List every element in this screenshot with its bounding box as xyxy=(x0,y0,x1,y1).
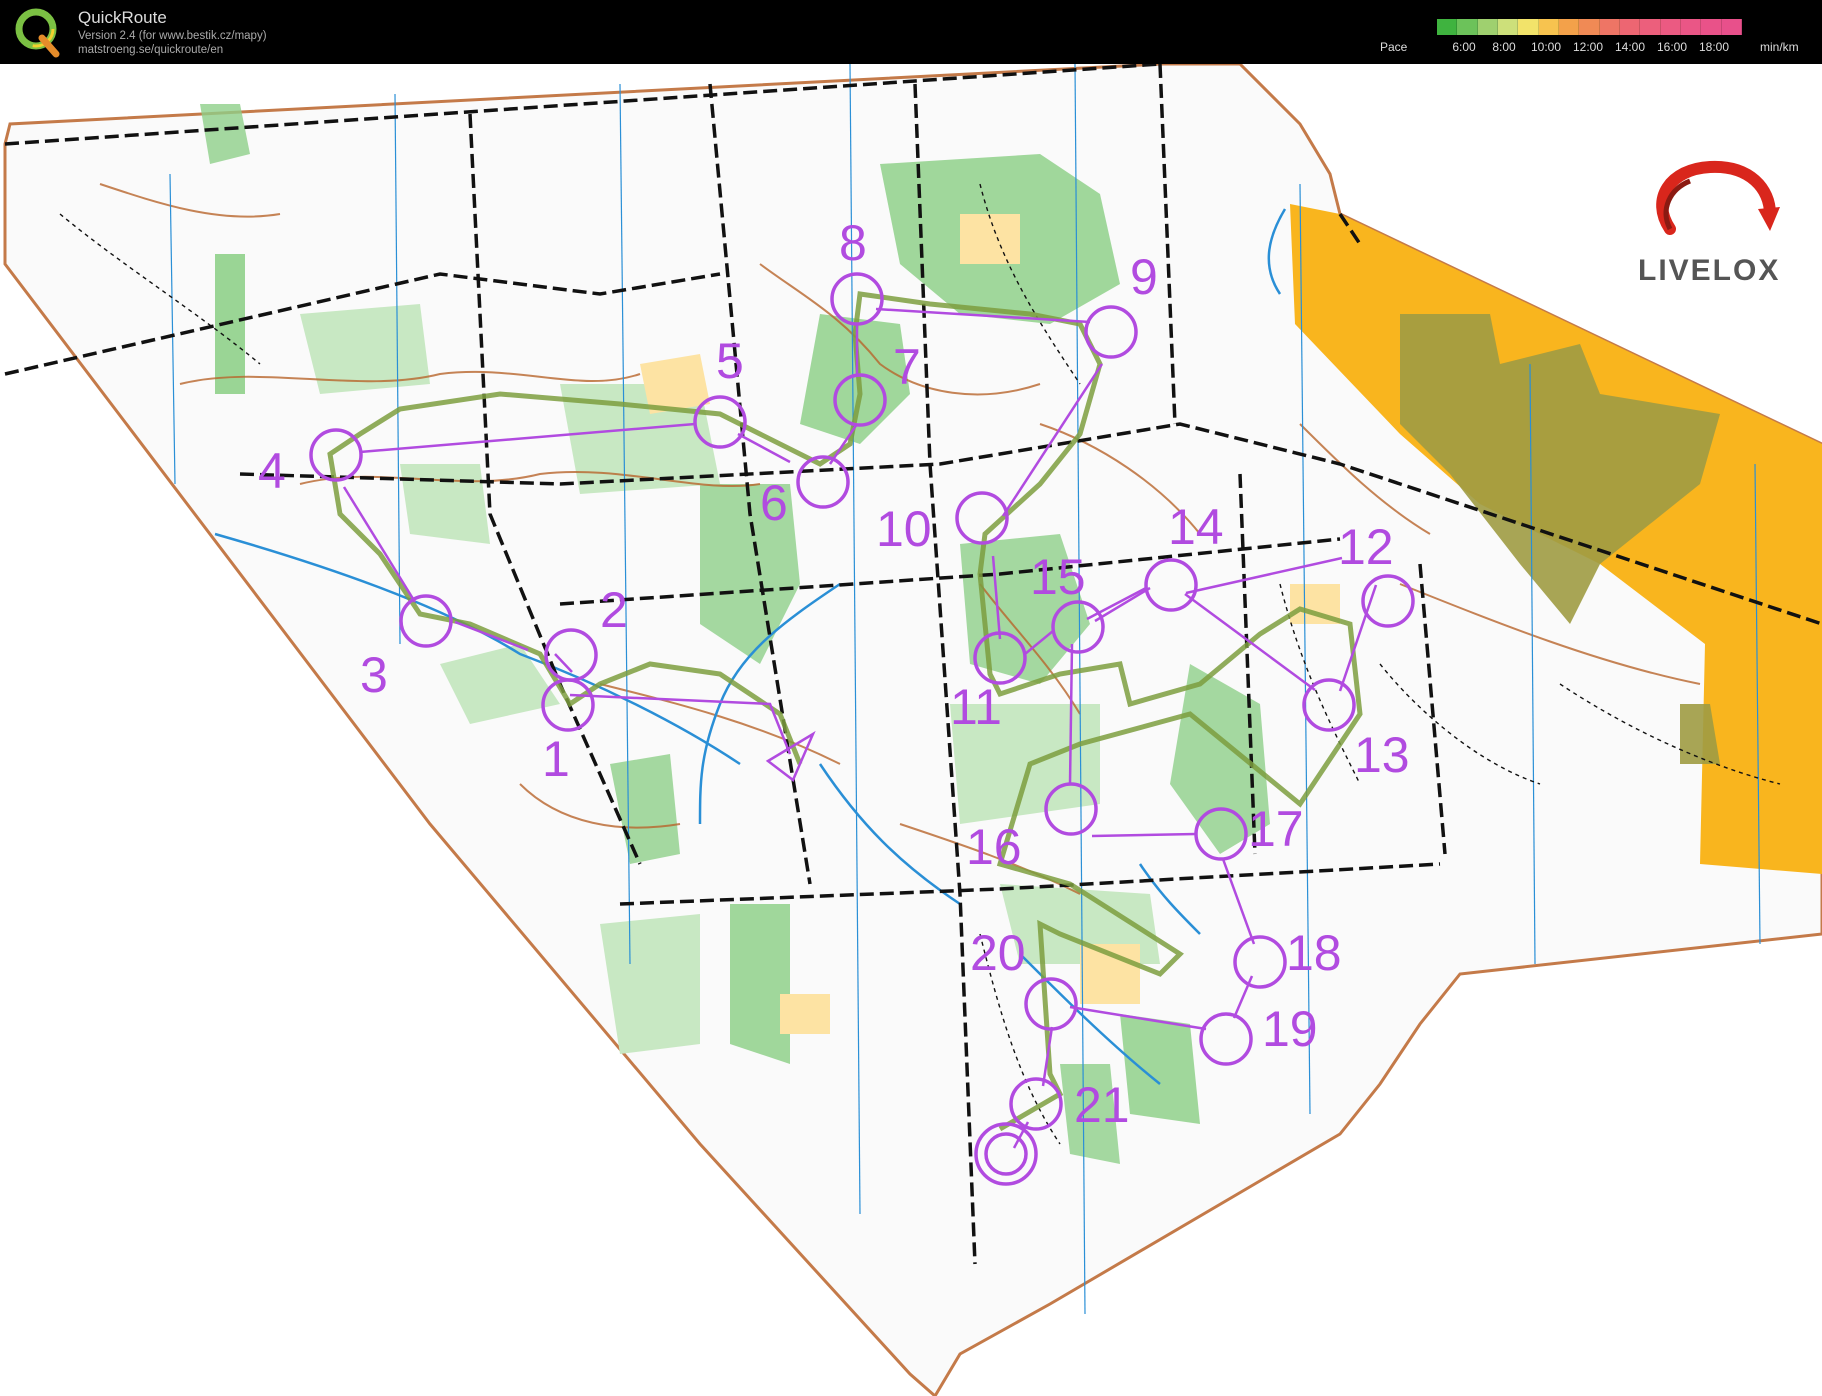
app-url: matstroeng.se/quickroute/en xyxy=(78,44,224,56)
control-label-4: 4 xyxy=(258,443,286,499)
control-label-21: 21 xyxy=(1074,1077,1130,1133)
pace-tick: 18:00 xyxy=(1698,40,1730,54)
forest-patch xyxy=(730,904,790,1064)
control-label-12: 12 xyxy=(1338,519,1394,575)
forest-patch xyxy=(1120,1014,1200,1124)
terrain-layer xyxy=(3,64,1822,1396)
rough-yellow-patch xyxy=(780,994,830,1034)
control-label-8: 8 xyxy=(839,215,867,271)
pace-gradient-swatch xyxy=(1518,19,1539,35)
control-label-1: 1 xyxy=(542,731,570,787)
control-label-11: 11 xyxy=(950,679,1002,735)
map-canvas[interactable]: 1 2 3 4 5 6 7 8 9 10 11 12 13 14 15 16 1… xyxy=(0,64,1822,1396)
pace-gradient-swatch xyxy=(1701,19,1722,35)
pace-gradient-swatch xyxy=(1660,19,1681,35)
livelox-swoosh-icon xyxy=(1656,160,1780,235)
control-label-20: 20 xyxy=(970,925,1026,981)
control-label-3: 3 xyxy=(360,647,388,703)
control-label-9: 9 xyxy=(1130,249,1158,305)
control-label-16: 16 xyxy=(966,819,1022,875)
control-label-19: 19 xyxy=(1262,1001,1318,1057)
pace-gradient-swatch xyxy=(1721,19,1742,35)
pace-gradient-swatch xyxy=(1538,19,1559,35)
control-label-5: 5 xyxy=(716,333,744,389)
livelox-wordmark: LIVELOX xyxy=(1638,254,1781,287)
control-label-18: 18 xyxy=(1286,925,1342,981)
pace-unit: min/km xyxy=(1760,40,1799,54)
pace-gradient-swatch xyxy=(1558,19,1580,35)
control-label-17: 17 xyxy=(1248,801,1304,857)
pace-legend: Pace 6:00 8:00 10:00 12:00 14:00 16:00 1… xyxy=(1380,16,1810,56)
pace-tick: 16:00 xyxy=(1656,40,1688,54)
pace-tick: 12:00 xyxy=(1572,40,1604,54)
control-label-15: 15 xyxy=(1030,549,1086,605)
rough-yellow-patch xyxy=(960,214,1020,264)
control-label-10: 10 xyxy=(876,501,932,557)
control-label-2: 2 xyxy=(600,582,628,638)
livelox-logo: LIVELOX xyxy=(1630,159,1800,294)
orienteering-map[interactable]: 1 2 3 4 5 6 7 8 9 10 11 12 13 14 15 16 1… xyxy=(0,64,1822,1396)
control-label-13: 13 xyxy=(1354,727,1410,783)
pace-gradient-swatch xyxy=(1680,19,1702,35)
pace-gradient-swatch xyxy=(1457,19,1478,35)
pace-gradient-bar xyxy=(1437,19,1742,35)
pace-gradient-swatch xyxy=(1477,19,1498,35)
quickroute-q-logo-icon xyxy=(15,8,60,58)
app-version: Version 2.4 (for www.bestik.cz/mapy) xyxy=(78,30,267,42)
pace-tick: 10:00 xyxy=(1530,40,1562,54)
pace-tick: 8:00 xyxy=(1492,40,1516,54)
pace-gradient-swatch xyxy=(1497,19,1519,35)
pace-gradient-swatch xyxy=(1437,19,1458,35)
pace-gradient-swatch xyxy=(1579,19,1600,35)
app-title: QuickRoute xyxy=(78,8,167,27)
forest-patch xyxy=(400,464,490,544)
pace-tick: 6:00 xyxy=(1452,40,1476,54)
pace-label: Pace xyxy=(1380,40,1408,54)
control-label-14: 14 xyxy=(1168,499,1224,555)
pace-gradient-swatch xyxy=(1599,19,1620,35)
quickroute-header-bar: QuickRoute Version 2.4 (for www.bestik.c… xyxy=(0,0,1822,64)
control-label-6: 6 xyxy=(760,475,788,531)
pace-gradient-swatch xyxy=(1640,19,1661,35)
pace-gradient-swatch xyxy=(1619,19,1641,35)
pace-tick: 14:00 xyxy=(1614,40,1646,54)
control-label-7: 7 xyxy=(893,339,921,395)
